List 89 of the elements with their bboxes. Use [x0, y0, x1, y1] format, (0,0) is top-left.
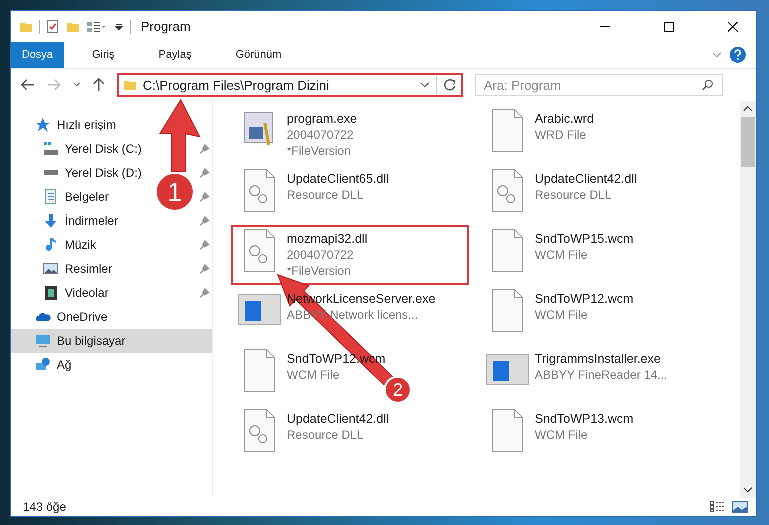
scroll-thumb[interactable]: [741, 117, 755, 167]
pin-icon[interactable]: [200, 144, 210, 154]
recent-icon[interactable]: [73, 82, 81, 88]
sidebar-item[interactable]: Müzik: [11, 233, 100, 257]
file-item[interactable]: program.exe 2004070722 *FileVersion: [231, 105, 364, 165]
pin-icon[interactable]: [200, 168, 210, 178]
close-icon: [728, 22, 738, 32]
file-item[interactable]: mozmapi32.dll 2004070722 *FileVersion: [231, 225, 469, 285]
scroll-up-icon[interactable]: [743, 105, 753, 113]
window-title: Program: [141, 19, 191, 34]
file-name: SndToWP12.wcm: [535, 291, 634, 307]
address-field[interactable]: C:\Program Files\Program Dizini: [143, 78, 414, 92]
pin-icon[interactable]: [200, 240, 210, 250]
file-name: TrigrammsInstaller.exe: [535, 351, 662, 367]
file-item[interactable]: TrigrammsInstaller.exe ABBYY FineReader 14...: [479, 345, 674, 405]
file-detail: WCM File: [287, 367, 341, 383]
file-name: Arabic.wrd: [535, 111, 594, 127]
ribbon-tab[interactable]: Dosya: [11, 42, 64, 68]
search-box[interactable]: Ara: Program: [475, 74, 723, 96]
file-item[interactable]: SndToWP15.wcm WCM File: [479, 225, 640, 285]
back-icon[interactable]: [21, 79, 35, 91]
network-icon: [35, 357, 51, 373]
file-detail: 2004070722: [287, 127, 355, 143]
scrollbar[interactable]: [740, 101, 756, 498]
pin-icon[interactable]: [200, 216, 210, 226]
file-name: UpdateClient42.dll: [287, 411, 390, 427]
file-detail: *FileVersion: [287, 143, 352, 159]
file-name: SndToWP15.wcm: [535, 231, 634, 247]
music-note-icon: [43, 237, 59, 253]
pin-icon[interactable]: [200, 288, 210, 298]
folder-icon: [123, 78, 137, 92]
help-icon[interactable]: [730, 47, 746, 63]
file-detail: WCM File: [535, 307, 589, 323]
details-view-icon[interactable]: [710, 501, 726, 513]
file-item[interactable]: UpdateClient42.dll Resource DLL: [231, 405, 396, 465]
document-icon: [43, 189, 59, 205]
item-count: 143 öğe: [23, 500, 66, 514]
sidebar-item[interactable]: Ağ: [11, 353, 76, 377]
sidebar-item[interactable]: Yerel Disk (D:): [11, 161, 146, 185]
sidebar-item[interactable]: Belgeler: [11, 185, 114, 209]
chevron-icon[interactable]: [712, 51, 722, 59]
maximize-icon: [664, 22, 674, 32]
pin-icon[interactable]: [200, 192, 210, 202]
file-detail: *FileVersion: [287, 263, 352, 279]
drive-icon: [43, 141, 59, 157]
ribbon-tab[interactable]: Giriş: [76, 42, 131, 68]
sidebar-item[interactable]: Videolar: [11, 281, 113, 305]
sidebar-item[interactable]: Resimler: [11, 257, 116, 281]
download-icon: [43, 213, 59, 229]
sidebar-item[interactable]: Yerel Disk (C:): [11, 137, 146, 161]
ribbon-tab[interactable]: Görünüm: [220, 42, 298, 68]
file-name: UpdateClient42.dll: [535, 171, 638, 187]
star-icon: [35, 117, 51, 133]
file-item[interactable]: SndToWP13.wcm WCM File: [479, 405, 640, 465]
file-item[interactable]: SndToWP12.wcm WCM File: [479, 285, 640, 345]
file-detail: Resource DLL: [535, 187, 613, 203]
refresh-icon[interactable]: [443, 78, 457, 92]
file-name: SndToWP13.wcm: [535, 411, 634, 427]
step-badge: 1: [155, 172, 195, 212]
sidebar-item[interactable]: İndirmeler: [11, 209, 122, 233]
properties-icon[interactable]: [46, 20, 60, 34]
file-name: UpdateClient65.dll: [287, 171, 390, 187]
ribbon-tab[interactable]: Paylaş: [142, 42, 208, 68]
file-name: program.exe: [287, 111, 358, 127]
file-detail: Resource DLL: [287, 427, 365, 443]
file-detail: Resource DLL: [287, 187, 365, 203]
file-detail: 2004070722: [287, 247, 355, 263]
computer-icon: [35, 333, 51, 349]
view-icon[interactable]: [86, 20, 108, 34]
large-icons-view-icon[interactable]: [732, 501, 748, 513]
sidebar-item[interactable]: Hızlı erişim: [11, 113, 120, 137]
sidebar-item[interactable]: Bu bilgisayar: [11, 329, 212, 353]
up-icon[interactable]: [93, 78, 105, 92]
file-detail: WCM File: [535, 427, 589, 443]
search-icon: [702, 79, 714, 91]
file-item[interactable]: UpdateClient65.dll Resource DLL: [231, 165, 396, 225]
sidebar-item[interactable]: OneDrive: [11, 305, 112, 329]
scroll-down-icon[interactable]: [743, 486, 753, 494]
file-name: mozmapi32.dll: [287, 231, 368, 247]
dropdown-icon[interactable]: [420, 81, 430, 89]
pin-icon[interactable]: [200, 264, 210, 274]
file-detail: WRD File: [535, 127, 588, 143]
film-icon: [43, 285, 59, 301]
file-item[interactable]: Arabic.wrd WRD File: [479, 105, 600, 165]
file-detail: WCM File: [535, 247, 589, 263]
picture-icon: [43, 261, 59, 277]
address-bar[interactable]: C:\Program Files\Program Dizini: [117, 73, 463, 97]
file-detail: ABBYY FineReader 14...: [535, 367, 668, 383]
file-item[interactable]: UpdateClient42.dll Resource DLL: [479, 165, 644, 225]
